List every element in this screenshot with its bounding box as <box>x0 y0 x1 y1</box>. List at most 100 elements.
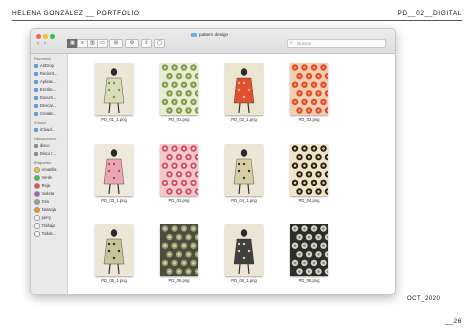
pattern-motif-center <box>177 173 181 176</box>
file-thumbnail[interactable] <box>225 224 263 276</box>
group-by-button[interactable]: ⊞ <box>109 39 123 48</box>
file-name: PD_05_1.png <box>101 278 127 283</box>
sidebar-item-label: AirDrop <box>40 63 54 68</box>
pattern-motif-center <box>307 109 311 112</box>
sidebar-tag-label: Roja <box>41 183 51 188</box>
pattern-motif-center <box>163 83 167 86</box>
pattern-motif-center <box>168 270 171 273</box>
file-thumbnail[interactable] <box>160 224 198 276</box>
pattern-artwork <box>291 145 328 195</box>
file-name: PD_06.png <box>298 278 320 283</box>
sidebar-item-label: Docum... <box>40 95 57 100</box>
close-window-button[interactable] <box>36 34 41 39</box>
garment-print-dot <box>107 162 111 166</box>
pattern-motif-center <box>182 227 186 230</box>
garment-print-dot <box>112 256 116 260</box>
garment-print-dot <box>112 176 116 180</box>
garment-print-dot <box>237 81 241 85</box>
tag-color-dot-icon <box>34 215 40 221</box>
pattern-motif-center <box>298 235 301 239</box>
sidebar-item-recents[interactable]: Recient... <box>34 71 57 76</box>
sidebar-item-desktop[interactable]: Escrito... <box>34 87 56 92</box>
garment-print-dot <box>107 242 111 246</box>
forward-button[interactable]: › <box>44 41 46 48</box>
search-input[interactable]: ⌕ Buscar <box>287 39 386 48</box>
tag-color-dot-icon <box>34 207 40 213</box>
sidebar-item-applications[interactable]: Aplicac... <box>34 79 57 84</box>
back-button[interactable]: ‹ <box>37 41 39 48</box>
garment-print-dot <box>117 249 121 253</box>
window-title: pattern design <box>191 32 228 38</box>
garment-print-dot <box>242 242 246 246</box>
gallery-view-icon[interactable]: ▭ <box>97 39 108 48</box>
pattern-motif-center <box>293 100 297 104</box>
sidebar-tag-item[interactable]: Todas... <box>34 231 56 237</box>
pattern-motif-center <box>293 244 297 247</box>
file-thumbnail[interactable] <box>95 144 133 196</box>
action-gear-icon[interactable]: ⚙ <box>125 39 139 48</box>
sidebar-tag-item[interactable]: Trabajo <box>34 223 55 229</box>
pattern-motif-center <box>307 155 311 159</box>
pattern-motif-center <box>192 164 195 167</box>
sidebar-tag-item[interactable]: Roja <box>34 183 51 189</box>
pattern-motif-center <box>322 164 325 167</box>
sidebar-item-downloads[interactable]: Descar... <box>34 103 56 108</box>
pattern-motif-center <box>317 109 320 112</box>
page-number: __26 <box>445 318 462 325</box>
maximize-window-button[interactable] <box>50 34 55 39</box>
sidebar-item-icloud-drive[interactable]: iCloud... <box>34 127 55 132</box>
file-thumbnail[interactable] <box>95 63 133 115</box>
file-name: PD_06_1.png <box>231 278 257 283</box>
pattern-motif-center <box>177 109 181 112</box>
pattern-artwork <box>161 225 198 275</box>
tag-color-dot-icon <box>34 175 40 181</box>
fashion-figure-artwork <box>233 229 255 275</box>
file-thumbnail[interactable] <box>95 224 133 276</box>
pattern-motif-center <box>187 173 190 176</box>
pattern-motif-center <box>192 181 195 185</box>
finder-sidebar: Favoritos AirDrop Recient... Aplicac... … <box>31 54 68 294</box>
garment-print-dot <box>242 176 246 180</box>
sidebar-item-creative-cloud[interactable]: Creativ... <box>34 111 56 116</box>
sidebar-tag-item[interactable]: Gris <box>34 199 49 205</box>
search-icon: ⌕ <box>290 40 293 46</box>
garment-print-dot <box>112 242 116 246</box>
file-thumbnail[interactable] <box>290 224 328 276</box>
pattern-motif-center <box>312 261 316 265</box>
pattern-motif-center <box>307 270 311 273</box>
pattern-motif-center <box>312 227 316 230</box>
figure-garment <box>103 77 125 104</box>
file-thumbnail[interactable] <box>290 144 328 196</box>
file-name: PD_02.png <box>298 117 320 122</box>
sidebar-tag-item[interactable]: Violeta <box>34 191 54 197</box>
minimize-window-button[interactable] <box>43 34 48 39</box>
pattern-motif-center <box>312 83 316 86</box>
share-icon[interactable]: ⇪ <box>141 39 152 48</box>
sidebar-item-documents[interactable]: Docum... <box>34 95 56 100</box>
file-thumbnail[interactable] <box>225 63 263 115</box>
pattern-motif-center <box>317 253 320 256</box>
pattern-motif-center <box>192 227 195 230</box>
pattern-motif-center <box>163 227 167 230</box>
garment-print-dot <box>247 169 251 173</box>
file-thumbnail[interactable] <box>225 144 263 196</box>
tag-icon[interactable]: ◯ <box>154 39 165 48</box>
file-thumbnail[interactable] <box>290 63 328 115</box>
garment-print-dot <box>247 88 251 92</box>
sidebar-tag-item[interactable]: perry <box>34 215 51 221</box>
sidebar-tag-item[interactable]: Verde <box>34 175 52 181</box>
pattern-motif-center <box>173 147 176 150</box>
pattern-motif-center <box>298 270 301 273</box>
file-thumbnail[interactable] <box>160 63 198 115</box>
sidebar-item-disk[interactable]: disco <box>34 143 50 148</box>
pattern-motif-center <box>173 100 176 104</box>
sidebar-item-airdrop[interactable]: AirDrop <box>34 63 54 68</box>
pattern-motif-center <box>187 190 190 193</box>
sidebar-item-remote-disk[interactable]: Disco r... <box>34 151 56 156</box>
pattern-motif-center <box>307 74 311 78</box>
file-thumbnail[interactable] <box>160 144 198 196</box>
pattern-motif-center <box>187 92 190 95</box>
sidebar-tag-item[interactable]: Amarilla <box>34 167 56 173</box>
sidebar-tag-item[interactable]: Naranja <box>34 207 56 213</box>
pattern-motif-center <box>163 66 167 69</box>
